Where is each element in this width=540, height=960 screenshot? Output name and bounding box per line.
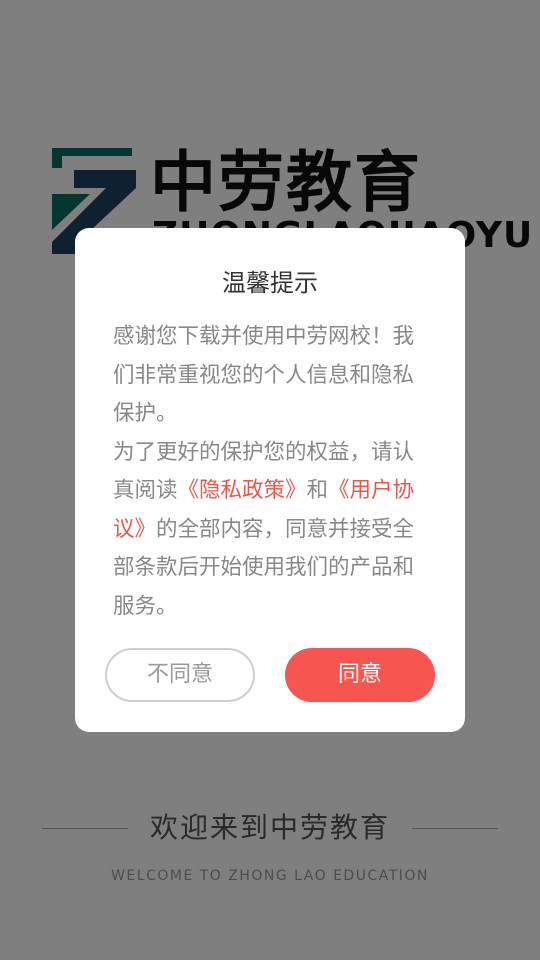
privacy-dialog: 温馨提示 感谢您下载并使用中劳网校！我们非常重视您的个人信息和隐私保护。 为了更… <box>75 228 465 732</box>
splash-screen: 中劳教育 ZHONGLAOJIAOYU 欢迎来到中劳教育 WELCOME TO … <box>0 0 540 960</box>
agree-button[interactable]: 同意 <box>285 648 435 702</box>
privacy-policy-link[interactable]: 《隐私政策》 <box>178 478 307 503</box>
dialog-title: 温馨提示 <box>222 269 318 297</box>
dialog-paragraph-terms: 为了更好的保护您的权益，请认真阅读《隐私政策》和《用户协议》的全部内容，同意并接… <box>113 434 423 627</box>
disagree-button[interactable]: 不同意 <box>105 648 255 702</box>
terms-text-tail: 的全部内容，同意并接受全部条款后开始使用我们的产品和服务。 <box>113 516 415 619</box>
terms-text-and: 和 <box>306 478 329 503</box>
dialog-paragraph-intro: 感谢您下载并使用中劳网校！我们非常重视您的个人信息和隐私保护。 <box>113 324 415 426</box>
dialog-body: 感谢您下载并使用中劳网校！我们非常重视您的个人信息和隐私保护。 为了更好的保护您… <box>113 318 423 626</box>
